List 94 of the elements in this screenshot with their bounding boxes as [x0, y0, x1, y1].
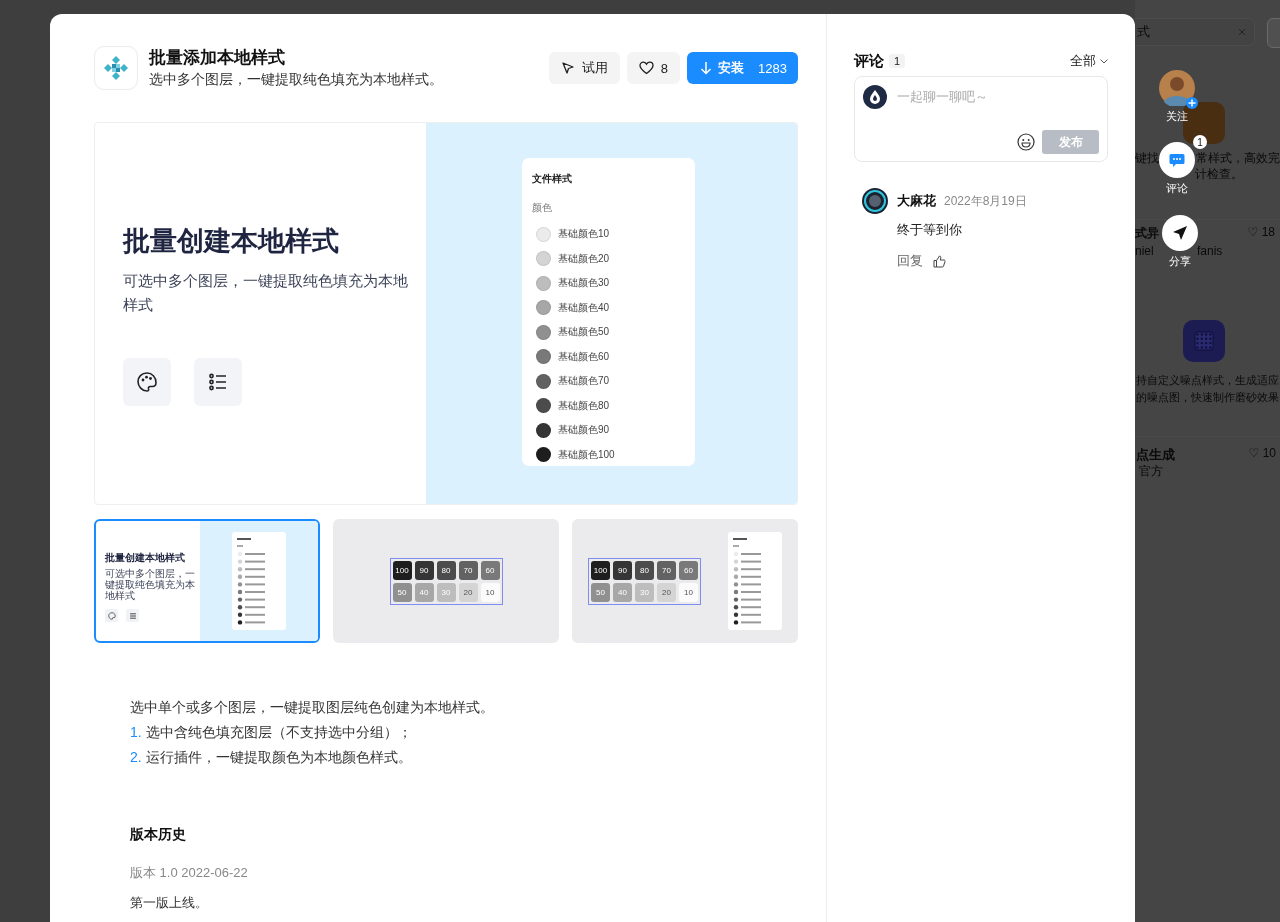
- preview-subtitle: 可选中多个图层，一键提取纯色填充为本地样式: [123, 271, 408, 315]
- list-icon: [194, 358, 242, 406]
- style-name: 基础颜色20: [558, 251, 610, 266]
- version-note: 第一版上线。: [130, 894, 209, 912]
- action-label: 评论: [1166, 181, 1188, 196]
- swatch-tile: 10: [480, 582, 500, 602]
- palette-icon: [123, 358, 171, 406]
- send-icon: [1172, 225, 1188, 241]
- swatch-tile: 20: [657, 582, 676, 602]
- card-description: 计检查。: [1195, 166, 1243, 183]
- color-swatch: [536, 324, 551, 340]
- style-name: 基础颜色50: [558, 325, 610, 340]
- description-text: 选中单个或多个图层，一键提取图层纯色创建为本地样式。: [130, 698, 495, 717]
- group-label: 颜色: [532, 201, 553, 215]
- swatch-tile: 100: [392, 560, 412, 580]
- notification-badge: 1: [1193, 135, 1207, 149]
- swatch-tile: 60: [679, 560, 698, 580]
- avatar-icon: [862, 188, 888, 214]
- swatch-tile: 40: [414, 582, 434, 602]
- swatch-tile: 50: [591, 582, 610, 602]
- card-author: niel: [1135, 244, 1154, 258]
- comment-text: 终于等到你: [897, 221, 963, 239]
- swatch-tile: 80: [436, 560, 456, 580]
- style-name: 基础颜色100: [558, 447, 615, 462]
- preview-title: 批量创建本地样式: [123, 225, 340, 258]
- step-text: 1. 选中含纯色填充图层（不支持选中分组）；: [130, 723, 413, 742]
- swatch-tile: 90: [414, 560, 434, 580]
- swatch-tile: 70: [458, 560, 478, 580]
- comment-date: 2022年8月19日: [944, 193, 1027, 210]
- swatch-tile: 50: [392, 582, 412, 602]
- color-swatch: [536, 251, 551, 267]
- panel-title: 文件样式: [532, 172, 573, 186]
- thumbnail-subtitle: 可选中多个图层，一键提取纯色填充为本地样式: [105, 568, 196, 601]
- action-label: 分享: [1169, 254, 1191, 269]
- comment-button[interactable]: [1159, 142, 1195, 178]
- color-swatch: [536, 349, 551, 365]
- card-author: fanis: [1197, 244, 1223, 258]
- style-name: 基础颜色30: [558, 276, 610, 291]
- arrow-down-icon: [700, 61, 713, 75]
- plugin-icon: [94, 46, 138, 90]
- swatch-tile: 90: [613, 560, 632, 580]
- swatch-tile: 40: [613, 582, 632, 602]
- swatch-tile: 60: [480, 560, 500, 580]
- cursor-icon: [560, 61, 575, 75]
- color-swatch: [536, 373, 551, 389]
- swatch-tile: 80: [635, 560, 654, 580]
- style-name: 基础颜色10: [558, 227, 610, 242]
- noise-icon: [1183, 320, 1225, 362]
- plugin-title: 批量添加本地样式: [149, 47, 286, 69]
- style-name: 基础颜色40: [558, 300, 610, 315]
- palette-icon: [105, 609, 118, 622]
- color-swatch: [536, 275, 551, 291]
- comment-count: 1: [889, 54, 906, 68]
- try-button[interactable]: 试用: [548, 52, 620, 84]
- thumbs-up-icon[interactable]: [933, 254, 946, 268]
- card-likes: ♡ 10: [1248, 446, 1276, 462]
- swatch-tile: 20: [458, 582, 478, 602]
- color-swatch: [536, 398, 551, 414]
- plugin-subtitle: 选中多个图层，一键提取纯色填充为本地样式。: [149, 70, 444, 89]
- filter-dropdown[interactable]: 全部: [1070, 52, 1108, 70]
- comment-author: 大麻花: [897, 192, 936, 210]
- swatch-tile: 100: [591, 560, 610, 580]
- reply-link[interactable]: 回复: [897, 252, 923, 270]
- emoji-icon[interactable]: [1017, 133, 1035, 151]
- thumbnail[interactable]: 批量创建本地样式 可选中多个图层，一键提取纯色填充为本地样式: [94, 519, 320, 643]
- version-label: 版本 1.0 2022-06-22: [130, 864, 249, 882]
- color-swatch: [536, 422, 551, 438]
- action-label: 关注: [1166, 109, 1188, 124]
- style-name: 基础颜色80: [558, 398, 610, 413]
- comments-title: 评论: [854, 51, 884, 71]
- card-description: 键找: [1135, 150, 1159, 167]
- swatch-tile: 70: [657, 560, 676, 580]
- color-swatch: [536, 226, 551, 242]
- avatar-icon: [863, 85, 887, 109]
- caret-icon: [1100, 58, 1108, 64]
- style-name: 基础颜色60: [558, 349, 610, 364]
- style-name: 基础颜色70: [558, 374, 610, 389]
- style-name: 基础颜色90: [558, 423, 610, 438]
- card-likes: ♡ 18: [1247, 225, 1275, 241]
- chat-icon: [1169, 152, 1185, 168]
- thumbnail-title: 批量创建本地样式: [105, 551, 186, 565]
- card-title: 点生成: [1136, 446, 1175, 464]
- share-button[interactable]: [1162, 215, 1198, 251]
- step-text: 2. 运行插件，一键提取颜色为本地颜色样式。: [130, 748, 413, 767]
- list-icon: [126, 609, 139, 622]
- card-title: 式异: [1135, 225, 1159, 242]
- clear-icon: [1238, 28, 1246, 36]
- like-button[interactable]: 8: [626, 52, 681, 84]
- color-swatch: [536, 300, 551, 316]
- swatch-tile: 10: [679, 582, 698, 602]
- section-heading: 版本历史: [130, 826, 187, 844]
- follow-button[interactable]: [1159, 70, 1195, 106]
- heart-icon: [638, 61, 654, 75]
- color-swatch: [536, 447, 551, 463]
